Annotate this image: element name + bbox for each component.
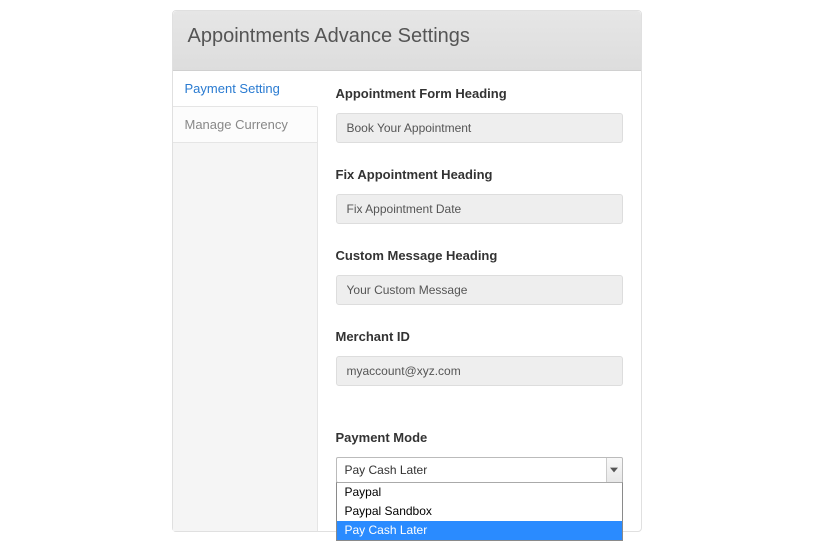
input-custom-message-heading[interactable]: [336, 275, 623, 305]
settings-panel: Appointments Advance Settings Payment Se…: [172, 10, 642, 532]
label-fix-appointment-heading: Fix Appointment Heading: [336, 167, 623, 182]
dropdown-option-paypal[interactable]: Paypal: [337, 483, 622, 502]
select-value: Pay Cash Later: [345, 463, 428, 477]
label-appointment-form-heading: Appointment Form Heading: [336, 86, 623, 101]
form-group-payment-mode: Payment Mode Pay Cash Later Paypal Paypa…: [336, 430, 623, 483]
input-appointment-form-heading[interactable]: [336, 113, 623, 143]
input-fix-appointment-heading[interactable]: [336, 194, 623, 224]
sidebar-item-label: Manage Currency: [185, 117, 288, 132]
dropdown-option-pay-cash-later[interactable]: Pay Cash Later: [337, 521, 622, 540]
sidebar: Payment Setting Manage Currency: [173, 71, 318, 531]
sidebar-item-label: Payment Setting: [185, 81, 280, 96]
content-area: Appointment Form Heading Fix Appointment…: [318, 71, 641, 531]
form-group-fix: Fix Appointment Heading: [336, 167, 623, 224]
dropdown-list: Paypal Paypal Sandbox Pay Cash Later: [336, 482, 623, 541]
form-group-custom: Custom Message Heading: [336, 248, 623, 305]
panel-header: Appointments Advance Settings: [173, 11, 641, 71]
label-custom-message-heading: Custom Message Heading: [336, 248, 623, 263]
label-merchant-id: Merchant ID: [336, 329, 623, 344]
form-group-merchant: Merchant ID: [336, 329, 623, 386]
panel-body: Payment Setting Manage Currency Appointm…: [173, 71, 641, 531]
sidebar-item-payment-setting[interactable]: Payment Setting: [173, 71, 318, 107]
dropdown-option-paypal-sandbox[interactable]: Paypal Sandbox: [337, 502, 622, 521]
sidebar-item-manage-currency[interactable]: Manage Currency: [173, 107, 317, 143]
form-group-heading: Appointment Form Heading: [336, 86, 623, 143]
label-payment-mode: Payment Mode: [336, 430, 623, 445]
page-title: Appointments Advance Settings: [188, 25, 626, 48]
input-merchant-id[interactable]: [336, 356, 623, 386]
select-display[interactable]: Pay Cash Later: [336, 457, 623, 483]
select-payment-mode[interactable]: Pay Cash Later Paypal Paypal Sandbox Pay…: [336, 457, 623, 483]
